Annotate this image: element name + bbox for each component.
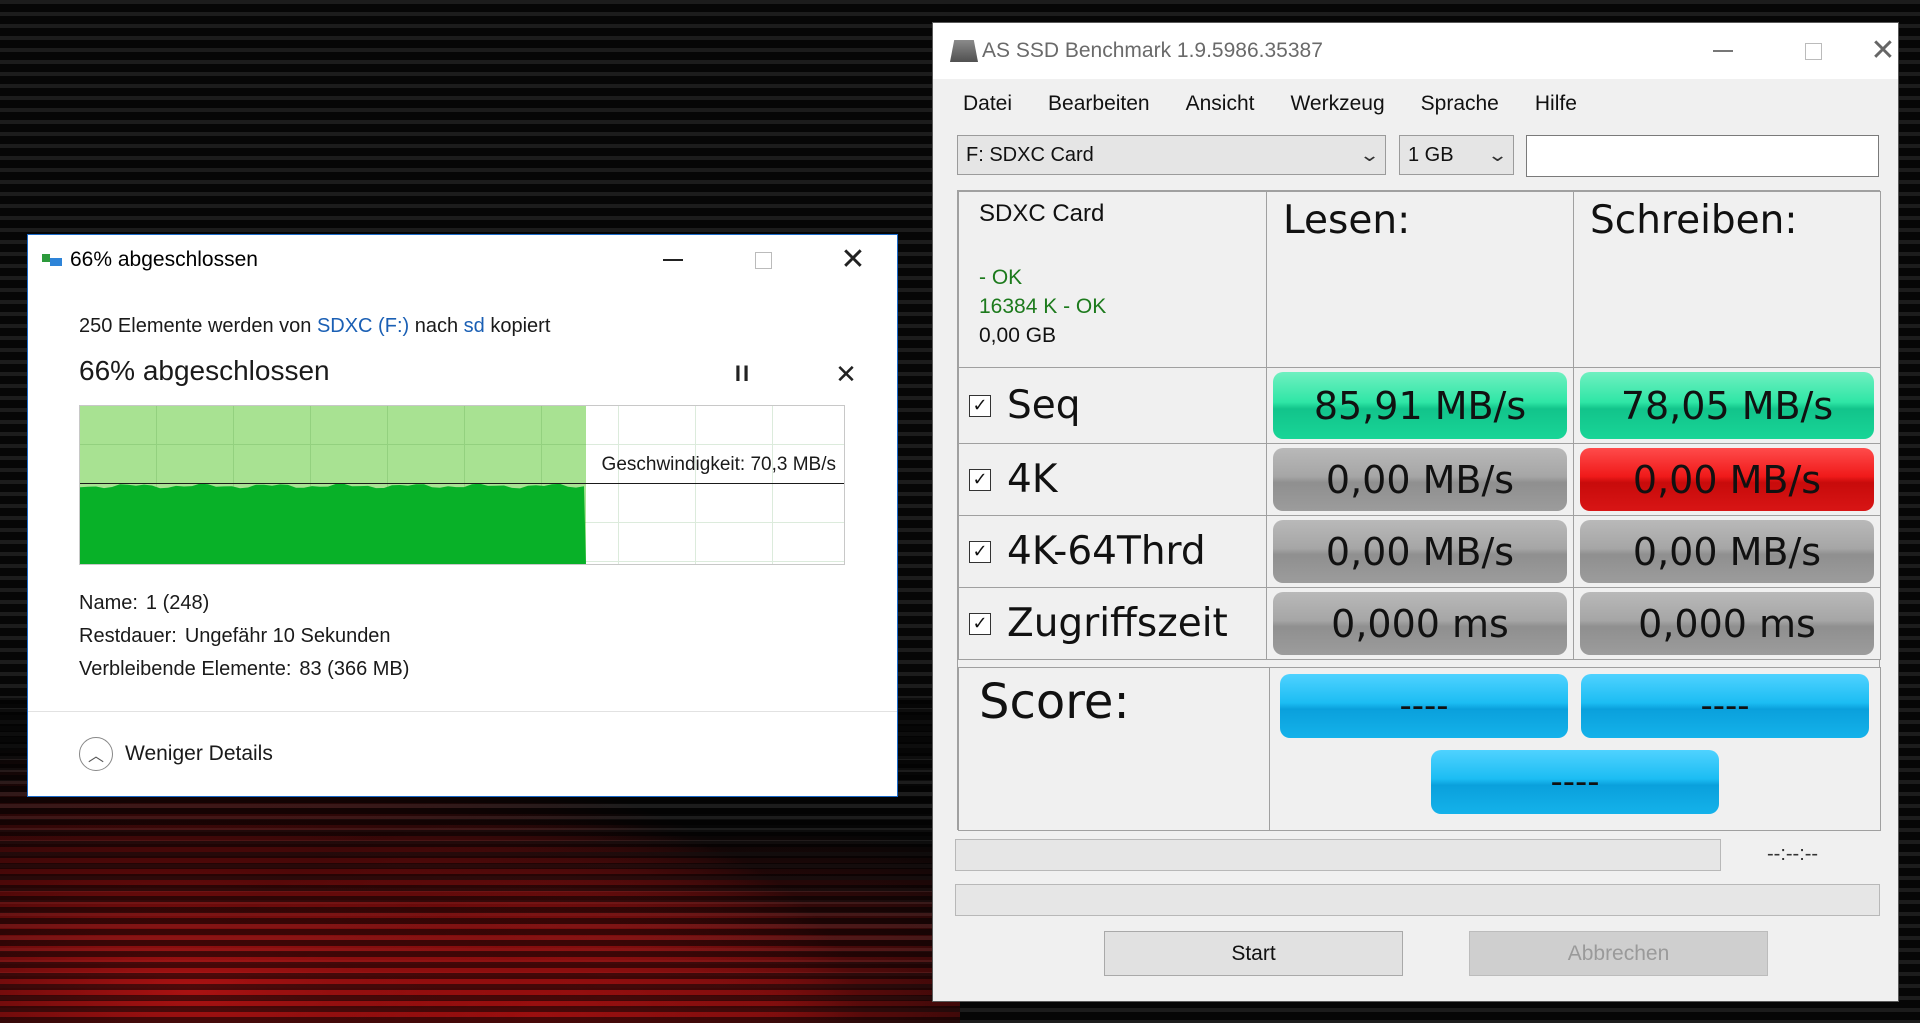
chevron-up-icon: ︿ bbox=[79, 737, 113, 771]
window-title: 66% abgeschlossen bbox=[70, 248, 258, 271]
seq-write-result: 78,05 MB/s bbox=[1580, 372, 1874, 439]
copy-progress-dialog: 66% abgeschlossen ✕ 250 Elemente werden … bbox=[27, 234, 898, 797]
total-score: ---- bbox=[1431, 750, 1719, 814]
drive-name: SDXC Card bbox=[979, 200, 1105, 227]
menu-bearbeiten[interactable]: Bearbeiten bbox=[1048, 92, 1150, 116]
close-button[interactable]: ✕ bbox=[808, 235, 898, 285]
speed-area bbox=[80, 483, 586, 564]
source-link[interactable]: SDXC (F:) bbox=[317, 315, 409, 337]
pause-button[interactable]: II bbox=[728, 361, 758, 391]
elapsed-timer: --:--:-- bbox=[1767, 843, 1819, 865]
seq-checkbox[interactable]: ✓ bbox=[969, 394, 991, 417]
title-bar[interactable]: 66% abgeschlossen ✕ bbox=[28, 235, 897, 285]
maximize-button[interactable] bbox=[718, 235, 808, 285]
progress-heading: 66% abgeschlossen bbox=[79, 355, 330, 386]
menu-datei[interactable]: Datei bbox=[963, 92, 1012, 116]
write-score: ---- bbox=[1581, 674, 1869, 738]
close-icon: ✕ bbox=[1870, 34, 1896, 67]
menu-ansicht[interactable]: Ansicht bbox=[1186, 92, 1255, 116]
detail-name: Name: 1 (248) bbox=[79, 592, 210, 614]
close-icon: ✕ bbox=[840, 243, 866, 276]
window-title: AS SSD Benchmark 1.9.5986.35387 bbox=[982, 39, 1323, 62]
access-time-read-result: 0,000 ms bbox=[1273, 592, 1567, 655]
row-seq: ✓ Seq bbox=[958, 367, 1267, 444]
current-speed-line bbox=[80, 483, 844, 484]
speed-area-fill bbox=[80, 483, 586, 564]
menu-bar: Datei Bearbeiten Ansicht Werkzeug Sprach… bbox=[933, 79, 1898, 129]
4k-read-result: 0,00 MB/s bbox=[1273, 448, 1567, 511]
text-field[interactable] bbox=[1526, 135, 1879, 177]
4k-64thrd-write-result: 0,00 MB/s bbox=[1580, 520, 1874, 583]
stop-button[interactable]: ✕ bbox=[831, 359, 861, 389]
minimize-icon bbox=[1713, 50, 1733, 52]
minimize-button[interactable] bbox=[628, 235, 718, 285]
menu-werkzeug[interactable]: Werkzeug bbox=[1290, 92, 1384, 116]
driver-status: - OK bbox=[979, 266, 1023, 289]
access-time-write-result: 0,000 ms bbox=[1580, 592, 1874, 655]
copy-description: 250 Elemente werden von SDXC (F:) nach s… bbox=[79, 315, 551, 337]
drive-capacity: 0,00 GB bbox=[979, 324, 1057, 347]
transfer-speed-graph: Geschwindigkeit: 70,3 MB/s bbox=[79, 405, 845, 565]
minimize-button[interactable] bbox=[1673, 23, 1773, 79]
drive-select[interactable]: F: SDXC Card ⌄ bbox=[957, 135, 1386, 175]
read-header: Lesen: bbox=[1266, 191, 1574, 368]
score-label: Score: bbox=[979, 674, 1130, 730]
test-progress-bar bbox=[955, 839, 1721, 871]
4k-64thrd-checkbox[interactable]: ✓ bbox=[969, 540, 991, 563]
menu-sprache[interactable]: Sprache bbox=[1421, 92, 1499, 116]
4k-checkbox[interactable]: ✓ bbox=[969, 468, 991, 491]
title-bar[interactable]: AS SSD Benchmark 1.9.5986.35387 ✕ bbox=[933, 23, 1898, 79]
less-details-label: Weniger Details bbox=[125, 742, 273, 765]
chevron-down-icon: ⌄ bbox=[1486, 144, 1509, 165]
4k-64thrd-read-result: 0,00 MB/s bbox=[1273, 520, 1567, 583]
close-button[interactable]: ✕ bbox=[1853, 23, 1913, 79]
access-time-checkbox[interactable]: ✓ bbox=[969, 612, 991, 635]
maximize-icon bbox=[754, 251, 772, 269]
chevron-down-icon: ⌄ bbox=[1358, 144, 1381, 165]
detail-items: Verbleibende Elemente: 83 (366 MB) bbox=[79, 658, 410, 680]
overall-progress-bar bbox=[955, 884, 1880, 916]
speed-label: Geschwindigkeit: 70,3 MB/s bbox=[601, 454, 836, 475]
detail-remaining: Restdauer: Ungefähr 10 Sekunden bbox=[79, 625, 391, 647]
row-access-time: ✓ Zugriffszeit bbox=[958, 587, 1267, 660]
size-select[interactable]: 1 GB ⌄ bbox=[1399, 135, 1514, 175]
transfer-details: Name: 1 (248) Restdauer: Ungefähr 10 Sekun… bbox=[79, 587, 409, 686]
file-copy-icon bbox=[42, 250, 66, 270]
maximize-icon bbox=[1804, 42, 1822, 60]
drive-info: SDXC Card - OK 16384 K - OK 0,00 GB bbox=[958, 191, 1267, 368]
benchmark-grid: SDXC Card - OK 16384 K - OK 0,00 GB Lese… bbox=[957, 190, 1881, 831]
divider bbox=[28, 711, 897, 712]
minimize-icon bbox=[663, 259, 683, 261]
row-4k: ✓ 4K bbox=[958, 443, 1267, 516]
menu-hilfe[interactable]: Hilfe bbox=[1535, 92, 1577, 116]
maximize-button[interactable] bbox=[1763, 23, 1863, 79]
drive-icon bbox=[950, 40, 978, 62]
start-button[interactable]: Start bbox=[1104, 931, 1403, 976]
score-area: ---- ---- ---- bbox=[1269, 667, 1881, 831]
row-4k-64thrd: ✓ 4K-64Thrd bbox=[958, 515, 1267, 588]
cancel-button[interactable]: Abbrechen bbox=[1469, 931, 1768, 976]
less-details-toggle[interactable]: ︿ Weniger Details bbox=[79, 737, 273, 771]
read-score: ---- bbox=[1280, 674, 1568, 738]
alignment-status: 16384 K - OK bbox=[979, 295, 1107, 318]
score-label-cell: Score: bbox=[958, 667, 1270, 831]
4k-write-result: 0,00 MB/s bbox=[1580, 448, 1874, 511]
write-header: Schreiben: bbox=[1573, 191, 1881, 368]
seq-read-result: 85,91 MB/s bbox=[1273, 372, 1567, 439]
as-ssd-window: AS SSD Benchmark 1.9.5986.35387 ✕ Datei … bbox=[932, 22, 1899, 1002]
target-link[interactable]: sd bbox=[464, 315, 485, 337]
